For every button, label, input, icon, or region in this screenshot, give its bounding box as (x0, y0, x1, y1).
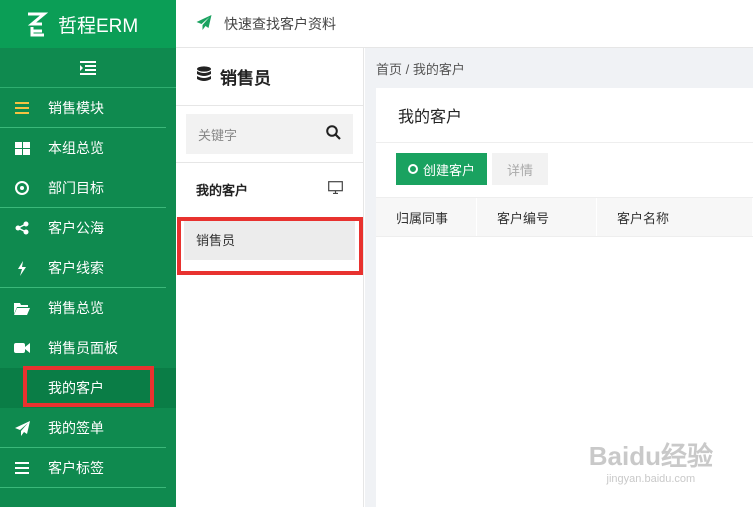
toolbar: 创建客户 详情 (376, 143, 753, 197)
monitor-icon (328, 181, 343, 197)
sidebar-item-label: 销售总览 (48, 300, 104, 316)
sidebar: 哲程ERM 销售模块 本组总览 部门目标 客户公海 客户线索 销售总览 销售员面… (0, 0, 176, 507)
send-icon (196, 14, 212, 33)
menu-lines-icon (14, 100, 30, 116)
sidebar-item-dept-goal[interactable]: 部门目标 (0, 168, 176, 208)
sidebar-item-label: 本组总览 (48, 140, 104, 156)
sidebar-item-customer-leads[interactable]: 客户线索 (0, 248, 176, 288)
app-title: 哲程ERM (58, 15, 139, 37)
sidebar-item-my-customers[interactable]: 我的客户 (0, 368, 176, 408)
sub-menu-header: 销售员 (176, 48, 363, 106)
page-title: 我的客户 (376, 88, 753, 143)
database-icon (196, 66, 212, 87)
sidebar-item-my-contracts[interactable]: 我的签单 (0, 408, 176, 448)
create-customer-label: 创建客户 (423, 162, 476, 178)
sub-menu-item-my-customers[interactable]: 我的客户 (176, 163, 363, 215)
sidebar-item-label: 部门目标 (48, 180, 104, 196)
sidebar-item-group-overview[interactable]: 本组总览 (0, 128, 176, 168)
share-icon (14, 220, 30, 236)
column-header-customer-name[interactable]: 客户名称 (597, 198, 753, 236)
sidebar-item-customer-pool[interactable]: 客户公海 (0, 208, 176, 248)
sub-menu-item-salesperson[interactable]: 销售员 (184, 218, 355, 260)
sidebar-item-label: 我的客户 (48, 380, 104, 396)
sub-menu-panel: 销售员 关键字 我的客户 销售员 (176, 48, 364, 507)
video-camera-icon (14, 340, 30, 356)
logo-icon (26, 11, 49, 37)
detail-button[interactable]: 详情 (492, 153, 549, 185)
sub-menu-item-label: 销售员 (196, 232, 236, 248)
send-icon (14, 420, 30, 436)
create-customer-button[interactable]: 创建客户 (396, 153, 488, 185)
detail-label: 详情 (507, 162, 534, 178)
grid-icon (14, 140, 30, 156)
sidebar-item-label: 销售模块 (48, 100, 104, 116)
watermark-main: Baidu经验 (588, 441, 713, 471)
sidebar-item-label: 客户公海 (48, 220, 104, 236)
sidebar-item-label: 客户标签 (48, 460, 104, 476)
list-icon (14, 460, 30, 476)
watermark-sub: jingyan.baidu.com (606, 473, 696, 485)
search-icon[interactable] (326, 125, 341, 143)
quick-search-link[interactable]: 快速查找客户资料 (224, 14, 336, 34)
search-input[interactable]: 关键字 (198, 125, 237, 144)
table-header: 归属同事 客户编号 客户名称 (376, 197, 753, 237)
column-header-owner[interactable]: 归属同事 (376, 198, 477, 236)
sidebar-item-label: 我的签单 (48, 420, 104, 436)
app-logo[interactable]: 哲程ERM (0, 0, 176, 48)
sidebar-item-label: 销售员面板 (48, 340, 118, 356)
topbar: 快速查找客户资料 (176, 0, 753, 48)
target-icon (14, 180, 30, 196)
folder-open-icon (14, 300, 30, 316)
watermark: Baidu经验 jingyan.baidu.com (589, 436, 713, 485)
bolt-icon (14, 260, 30, 276)
sidebar-item-customer-tags[interactable]: 客户标签 (0, 448, 176, 488)
sidebar-item-salesperson-panel[interactable]: 销售员面板 (0, 328, 176, 368)
sidebar-item-label: 客户线索 (48, 260, 104, 276)
breadcrumb[interactable]: 首页 / 我的客户 (365, 48, 753, 88)
circle-icon (408, 164, 418, 174)
sidebar-item-sales-module[interactable]: 销售模块 (0, 88, 176, 128)
sidebar-collapse-toggle[interactable] (0, 48, 176, 88)
keyword-search-box[interactable]: 关键字 (186, 114, 353, 154)
collapse-icon (80, 60, 96, 75)
column-header-customer-id[interactable]: 客户编号 (477, 198, 597, 236)
sub-menu-title: 销售员 (220, 69, 271, 88)
sidebar-item-sales-overview[interactable]: 销售总览 (0, 288, 176, 328)
sub-menu-item-label: 我的客户 (196, 182, 249, 198)
